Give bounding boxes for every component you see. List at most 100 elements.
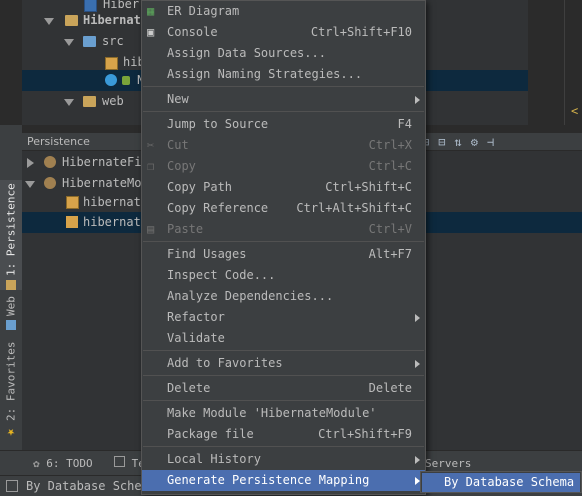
expand-arrow-icon[interactable] bbox=[44, 18, 54, 25]
menu-item-add-to-favorites[interactable]: Add to Favorites bbox=[142, 353, 425, 374]
web-icon bbox=[6, 320, 16, 330]
copy-icon: ❐ bbox=[147, 159, 155, 173]
menu-item-label: New bbox=[167, 92, 189, 106]
config-file-icon bbox=[66, 196, 79, 209]
menu-item-copy-reference[interactable]: Copy Reference Ctrl+Alt+Shift+C bbox=[142, 198, 425, 219]
menu-item-generate-persistence-mapping[interactable]: Generate Persistence Mapping bbox=[142, 470, 425, 491]
menu-item-label: Cut bbox=[167, 138, 189, 152]
menu-item-label: Jump to Source bbox=[167, 117, 269, 131]
side-tab-label: 1: Persistence bbox=[4, 183, 18, 276]
panel-toolbar: ⊞ ⊟ ⇅ ⚙ ⊣ bbox=[422, 133, 494, 150]
menu-item-assign-naming-strategies[interactable]: Assign Naming Strategies... bbox=[142, 64, 425, 85]
menu-separator bbox=[143, 375, 424, 376]
context-menu: ▦ ER Diagram ▣ Console Ctrl+Shift+F10 Assign … bbox=[141, 0, 426, 495]
class-icon bbox=[105, 74, 117, 86]
menu-item-find-usages[interactable]: Find Usages Alt+F7 bbox=[142, 244, 425, 265]
menu-item-refactor[interactable]: Refactor bbox=[142, 307, 425, 328]
menu-item-shortcut: Ctrl+Shift+F10 bbox=[310, 25, 412, 39]
gutter-marker-icon[interactable]: < bbox=[571, 104, 578, 118]
submenu-item-label: By Database Schema bbox=[444, 475, 575, 489]
status-toggle-icon[interactable] bbox=[6, 480, 18, 492]
tree-item-label: web bbox=[102, 94, 124, 108]
submenu-item-by-database-schema[interactable]: By Database Schema bbox=[422, 473, 580, 492]
menu-item-console[interactable]: ▣ Console Ctrl+Shift+F10 bbox=[142, 22, 425, 43]
module-folder-icon bbox=[65, 15, 78, 26]
paste-icon: ▤ bbox=[147, 222, 155, 236]
expand-arrow-icon[interactable] bbox=[64, 99, 74, 106]
settings-icon[interactable]: ⚙ bbox=[471, 135, 478, 149]
menu-item-label: Inspect Code... bbox=[167, 268, 276, 282]
menu-item-label: Copy bbox=[167, 159, 196, 173]
todo-icon: ✿ bbox=[33, 457, 40, 470]
menu-item-package-file[interactable]: Package file Ctrl+Shift+F9 bbox=[142, 424, 425, 445]
menu-separator bbox=[143, 111, 424, 112]
menu-item-copy[interactable]: ❐ Copy Ctrl+C bbox=[142, 156, 425, 177]
side-tab-favorites[interactable]: ★ 2: Favorites bbox=[0, 340, 22, 440]
hide-icon[interactable]: ⊣ bbox=[487, 135, 494, 149]
lock-icon bbox=[122, 76, 130, 85]
collapse-all-icon[interactable]: ⊟ bbox=[438, 135, 445, 149]
menu-item-delete[interactable]: Delete Delete bbox=[142, 378, 425, 399]
tree-item-label: src bbox=[102, 34, 124, 48]
menu-item-shortcut: Ctrl+V bbox=[368, 222, 412, 236]
submenu-arrow-icon bbox=[415, 96, 420, 104]
menu-item-shortcut: Ctrl+Alt+Shift+C bbox=[296, 201, 412, 215]
menu-item-local-history[interactable]: Local History bbox=[142, 449, 425, 470]
xml-file-icon bbox=[105, 57, 118, 70]
menu-item-copy-path[interactable]: Copy Path Ctrl+Shift+C bbox=[142, 177, 425, 198]
menu-separator bbox=[143, 400, 424, 401]
status-text: By Database Schema bbox=[26, 479, 157, 493]
bottom-tab-label: Servers bbox=[425, 457, 472, 470]
menu-item-label: Add to Favorites bbox=[167, 356, 283, 370]
menu-item-shortcut: Delete bbox=[368, 381, 412, 395]
console-icon: ▣ bbox=[147, 25, 155, 39]
cut-icon: ✂ bbox=[147, 138, 155, 152]
submenu: By Database Schema bbox=[420, 471, 582, 493]
menu-item-label: Validate bbox=[167, 331, 225, 345]
side-tab-persistence[interactable]: 1: Persistence bbox=[0, 180, 22, 290]
menu-item-label: Make Module 'HibernateModule' bbox=[167, 406, 377, 420]
menu-item-make-module-hibernatemodule[interactable]: Make Module 'HibernateModule' bbox=[142, 403, 425, 424]
menu-separator bbox=[143, 241, 424, 242]
menu-item-shortcut: Ctrl+X bbox=[368, 138, 412, 152]
submenu-arrow-icon bbox=[415, 456, 420, 464]
menu-item-label: Generate Persistence Mapping bbox=[167, 473, 370, 487]
sync-icon[interactable]: ⇅ bbox=[454, 135, 461, 149]
side-tab-label: Web bbox=[4, 296, 18, 316]
persistence-item-label: hibernate bbox=[83, 195, 149, 209]
menu-item-shortcut: Ctrl+Shift+F9 bbox=[318, 427, 412, 441]
expand-arrow-icon[interactable] bbox=[27, 158, 34, 168]
menu-item-cut[interactable]: ✂ Cut Ctrl+X bbox=[142, 135, 425, 156]
expand-arrow-icon[interactable] bbox=[25, 181, 35, 188]
side-tab-web[interactable]: Web bbox=[0, 285, 22, 330]
menu-item-validate[interactable]: Validate bbox=[142, 328, 425, 349]
bottom-tab-todo[interactable]: ✿ 6: TODO bbox=[33, 451, 93, 476]
expand-arrow-icon[interactable] bbox=[64, 39, 74, 46]
menu-item-shortcut: Ctrl+C bbox=[368, 159, 412, 173]
menu-item-label: Copy Path bbox=[167, 180, 233, 194]
menu-separator bbox=[143, 86, 424, 87]
persistence-item-label: hibernate bbox=[83, 215, 149, 229]
menu-item-label: Refactor bbox=[167, 310, 225, 324]
menu-item-label: Paste bbox=[167, 222, 204, 236]
menu-item-analyze-dependencies[interactable]: Analyze Dependencies... bbox=[142, 286, 425, 307]
menu-item-paste[interactable]: ▤ Paste Ctrl+V bbox=[142, 219, 425, 240]
left-tool-strip: 1: Persistence Web ★ 2: Favorites bbox=[0, 125, 23, 450]
menu-item-jump-to-source[interactable]: Jump to Source F4 bbox=[142, 114, 425, 135]
persistence-item-label: HibernateMod bbox=[62, 176, 149, 190]
menu-item-shortcut: Alt+F7 bbox=[368, 247, 412, 261]
menu-item-label: Console bbox=[167, 25, 218, 39]
menu-item-new[interactable]: New bbox=[142, 89, 425, 110]
editor-gutter: < bbox=[528, 0, 582, 125]
panel-title: Persistence bbox=[27, 135, 90, 148]
persistence-item-label: HibernateFi bbox=[62, 155, 142, 169]
menu-item-assign-data-sources[interactable]: Assign Data Sources... bbox=[142, 43, 425, 64]
menu-item-inspect-code[interactable]: Inspect Code... bbox=[142, 265, 425, 286]
editor-gutter-line bbox=[564, 0, 565, 125]
menu-item-label: Assign Data Sources... bbox=[167, 46, 326, 60]
menu-item-shortcut: Ctrl+Shift+C bbox=[325, 180, 412, 194]
menu-item-label: Find Usages bbox=[167, 247, 247, 261]
menu-item-er-diagram[interactable]: ▦ ER Diagram bbox=[142, 1, 425, 22]
menu-separator bbox=[143, 446, 424, 447]
tree-item-label: Hibernate bbox=[83, 13, 149, 27]
